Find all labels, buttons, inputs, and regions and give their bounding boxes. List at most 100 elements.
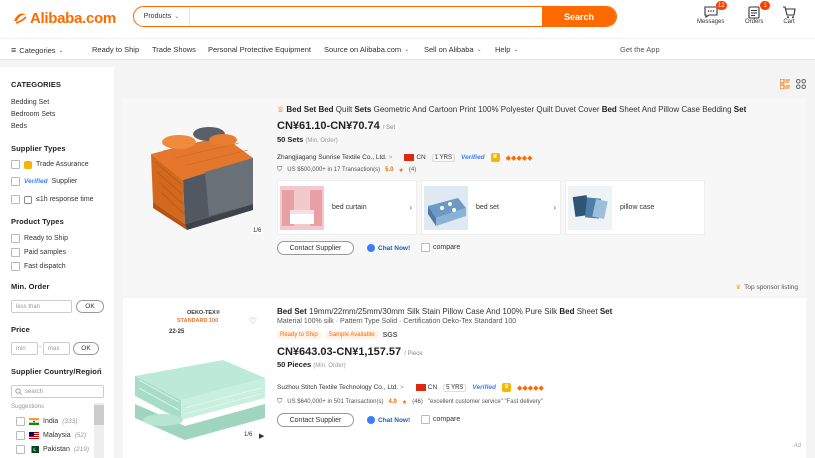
verified-icon[interactable]: Verified bbox=[472, 384, 496, 391]
search-input[interactable] bbox=[190, 7, 542, 26]
min-order-ok-button[interactable]: OK bbox=[76, 300, 104, 313]
image-counter: 1/6 bbox=[251, 228, 264, 234]
transaction-row: ⛉ US $640,000+ in 501 Transaction(s) 4.9… bbox=[277, 398, 543, 406]
country-list-scrollbar[interactable] bbox=[94, 403, 104, 458]
supplier-types-heading: Supplier Types bbox=[11, 144, 66, 153]
checkbox[interactable] bbox=[421, 243, 430, 252]
chat-now-button[interactable]: Chat Now! bbox=[367, 244, 410, 252]
related-search-bed-curtain[interactable]: bed curtain › bbox=[277, 180, 417, 235]
nav-item-ppe[interactable]: Personal Protective Equipment bbox=[208, 45, 311, 54]
review-count[interactable]: (4) bbox=[409, 167, 416, 173]
price-heading: Price bbox=[11, 325, 30, 334]
product-image[interactable] bbox=[135, 306, 265, 440]
chat-now-button[interactable]: Chat Now! bbox=[367, 416, 410, 424]
country-name: Malaysia bbox=[43, 432, 71, 439]
favorite-heart-icon[interactable]: ♡ bbox=[249, 316, 257, 327]
country-name: India bbox=[43, 418, 59, 425]
checkbox[interactable] bbox=[11, 248, 20, 257]
chevron-down-icon: ⌄ bbox=[513, 47, 519, 53]
product-card[interactable]: OEKO-TEX® STANDARD 100 22-25 1/6 ▶ ♡ Bed… bbox=[123, 298, 806, 458]
country-heading: Supplier Country/Region bbox=[11, 367, 102, 376]
category-link[interactable]: Bedroom Sets bbox=[11, 111, 55, 118]
messages-button[interactable]: 12 Messages bbox=[697, 1, 727, 25]
checkbox[interactable] bbox=[16, 431, 25, 440]
nav-categories[interactable]: ≡ Categories ⌄ bbox=[11, 45, 64, 55]
country-option-india[interactable]: India (333) bbox=[16, 417, 77, 426]
alibaba-logo[interactable]: Alibaba.com bbox=[12, 8, 116, 28]
nav-item-help[interactable]: Help ⌄ bbox=[495, 45, 518, 54]
checkbox[interactable] bbox=[11, 262, 20, 271]
related-label: bed set bbox=[476, 204, 499, 211]
product-title[interactable]: Bed Set 19mm/22mm/25mm/30mm Silk Stain P… bbox=[277, 306, 797, 317]
gold-supplier-icon: ♛ bbox=[490, 153, 500, 162]
cart-label: Cart bbox=[783, 19, 795, 25]
product-image[interactable] bbox=[135, 106, 265, 236]
search-bar: Products ⌄ Search bbox=[133, 6, 617, 27]
checkbox[interactable] bbox=[11, 195, 20, 204]
checkbox[interactable] bbox=[16, 417, 25, 426]
price-min-input[interactable]: min bbox=[11, 342, 38, 355]
nav-item-ready-to-ship[interactable]: Ready to Ship bbox=[92, 45, 139, 54]
title-keyword: Set bbox=[733, 105, 747, 114]
scrollbar-thumb[interactable] bbox=[94, 405, 104, 425]
play-video-icon[interactable]: ▶ bbox=[259, 432, 264, 440]
product-card[interactable]: 1/6 ♕ Bed Set Bed Quilt Sets Geometric A… bbox=[123, 98, 806, 296]
grid-view-icon[interactable] bbox=[796, 79, 806, 89]
country-option-pakistan[interactable]: Pakistan (219) bbox=[16, 445, 89, 454]
filter-verified-supplier[interactable]: Verified Supplier bbox=[11, 177, 77, 186]
supplier-name: Zhangjiagang Sunrise Textile Co., Ltd. bbox=[277, 154, 387, 161]
star-icon: ★ bbox=[401, 399, 408, 406]
price-ok-button[interactable]: OK bbox=[73, 342, 99, 355]
country-option-malaysia[interactable]: Malaysia (52) bbox=[16, 431, 86, 440]
category-link[interactable]: Bedding Set bbox=[11, 99, 49, 106]
filter-trade-assurance[interactable]: Trade Assurance bbox=[11, 160, 89, 169]
product-title-text: Bed Set 19mm/22mm/25mm/30mm Silk Stain P… bbox=[277, 307, 612, 316]
related-search-bed-set[interactable]: bed set › bbox=[421, 180, 561, 235]
min-order-input[interactable]: less than bbox=[11, 300, 72, 313]
nav-item-sell[interactable]: Sell on Alibaba ⌄ bbox=[424, 45, 482, 54]
search-category-select[interactable]: Products ⌄ bbox=[134, 7, 190, 26]
filter-response-time[interactable]: ≤1h response time bbox=[11, 195, 94, 204]
chevron-down-icon: ⌄ bbox=[476, 47, 482, 53]
compare-checkbox[interactable]: compare bbox=[421, 243, 460, 252]
supplier-row: Suzhou Stitch Textile Technology Co., Lt… bbox=[277, 383, 544, 392]
product-price: CN¥643.03-CN¥1,157.57 / Piece bbox=[277, 346, 423, 358]
get-the-app-link[interactable]: Get the App bbox=[620, 45, 660, 54]
related-label: bed curtain bbox=[332, 204, 367, 211]
top-sponsor-listing: ♛ Top sponsor listing bbox=[735, 283, 798, 292]
category-link[interactable]: Beds bbox=[11, 123, 27, 130]
checkbox[interactable] bbox=[16, 445, 25, 454]
supplier-name-link[interactable]: Zhangjiagang Sunrise Textile Co., Ltd. > bbox=[277, 154, 392, 161]
checkbox[interactable] bbox=[11, 234, 20, 243]
search-button[interactable]: Search bbox=[542, 7, 616, 26]
checkbox[interactable] bbox=[11, 177, 20, 186]
filter-ready-to-ship[interactable]: Ready to Ship bbox=[11, 234, 68, 243]
list-view-icon[interactable] bbox=[780, 79, 790, 89]
supplier-name-link[interactable]: Suzhou Stitch Textile Technology Co., Lt… bbox=[277, 384, 404, 391]
checkbox[interactable] bbox=[11, 160, 20, 169]
review-count[interactable]: (46) bbox=[412, 399, 423, 405]
compare-checkbox[interactable]: compare bbox=[421, 415, 460, 424]
moq-note: (Min. Order) bbox=[305, 138, 338, 144]
product-title[interactable]: ♕ Bed Set Bed Quilt Sets Geometric And C… bbox=[277, 104, 797, 115]
contact-supplier-button[interactable]: Contact Supplier bbox=[277, 413, 354, 427]
related-search-pillow-case[interactable]: pillow case bbox=[565, 180, 705, 235]
chevron-up-icon[interactable]: ⌃ bbox=[97, 367, 103, 375]
contact-supplier-button[interactable]: Contact Supplier bbox=[277, 241, 354, 255]
nav-item-trade-shows[interactable]: Trade Shows bbox=[152, 45, 196, 54]
suggestions-label: Suggestions bbox=[11, 404, 45, 410]
filter-paid-samples[interactable]: Paid samples bbox=[11, 248, 66, 257]
price-max-input[interactable]: max bbox=[43, 342, 70, 355]
filter-fast-dispatch[interactable]: Fast dispatch bbox=[11, 262, 66, 271]
chat-icon bbox=[367, 244, 375, 252]
country-count: (52) bbox=[74, 432, 87, 439]
checkbox[interactable] bbox=[421, 415, 430, 424]
nav-item-source[interactable]: Source on Alibaba.com ⌄ bbox=[324, 45, 409, 54]
cart-icon bbox=[783, 5, 796, 18]
verified-icon[interactable]: Verified bbox=[461, 154, 485, 161]
cart-button[interactable]: Cart bbox=[781, 5, 797, 25]
product-attributes: Material 100% silk · Pattern Type Solid … bbox=[277, 318, 517, 325]
orders-button[interactable]: 1 Orders bbox=[745, 1, 771, 25]
country-search-input[interactable]: search bbox=[11, 385, 104, 398]
product-types-heading: Product Types bbox=[11, 217, 64, 226]
